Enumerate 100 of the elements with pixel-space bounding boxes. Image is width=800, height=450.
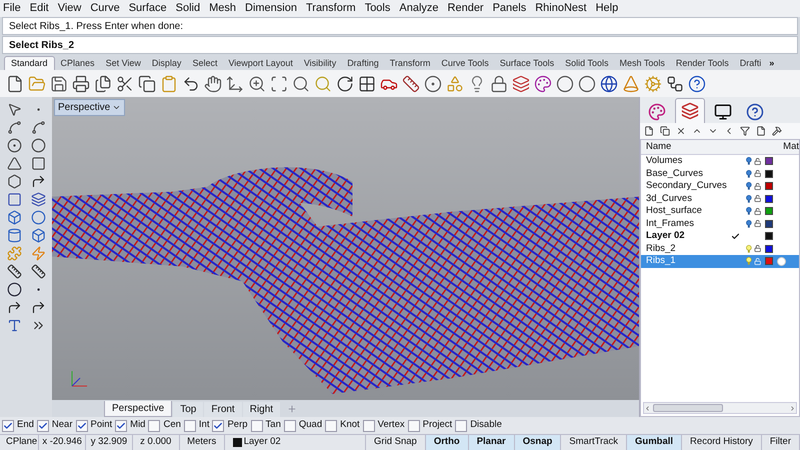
ellipse-icon[interactable]: [30, 138, 46, 153]
layer-color-swatch[interactable]: [765, 194, 773, 203]
new-layer-icon[interactable]: [644, 126, 654, 136]
osnap-checkbox[interactable]: [408, 420, 420, 432]
rotate-axes-icon[interactable]: [226, 74, 244, 92]
menu-item[interactable]: Transform: [306, 0, 356, 17]
layer-row[interactable]: Base_Curves: [641, 168, 799, 180]
scissors-icon[interactable]: [116, 74, 134, 92]
zoom-window-icon[interactable]: [270, 74, 288, 92]
osnap-checkbox[interactable]: [2, 420, 14, 432]
toolbar-tab[interactable]: Mesh Tools: [614, 57, 670, 70]
osnap-checkbox[interactable]: [284, 420, 296, 432]
osnap-checkbox[interactable]: [36, 420, 49, 432]
lock-icon[interactable]: [490, 74, 508, 92]
toolbar-tab[interactable]: Surface Tools: [494, 57, 560, 70]
toolbar-tab[interactable]: Standard: [4, 56, 55, 70]
lock-icon[interactable]: [754, 169, 761, 178]
osnap-checkbox[interactable]: [76, 420, 88, 432]
lock-icon[interactable]: [754, 244, 761, 254]
box-icon[interactable]: [6, 210, 22, 225]
status-toggle[interactable]: Ortho: [426, 435, 469, 450]
zoom-in-icon[interactable]: [248, 74, 266, 92]
menu-item[interactable]: Render: [448, 0, 484, 17]
lock-icon[interactable]: [754, 156, 761, 166]
viewport[interactable]: Perspective: [52, 97, 639, 400]
menu-item[interactable]: Help: [596, 0, 618, 17]
lightbulb-icon[interactable]: [746, 168, 752, 179]
status-toggle[interactable]: Planar: [468, 435, 515, 450]
pages-icon[interactable]: [94, 74, 112, 92]
help-icon[interactable]: [688, 74, 706, 92]
osnap-checkbox[interactable]: [250, 420, 263, 432]
page-icon[interactable]: [756, 126, 766, 136]
toolbar-tab[interactable]: Curve Tools: [436, 57, 494, 70]
layer-color-swatch[interactable]: [765, 157, 773, 166]
osnap-checkbox[interactable]: [362, 420, 375, 432]
horizontal-scrollbar[interactable]: [643, 402, 797, 414]
viewport-tab[interactable]: Perspective: [104, 401, 172, 417]
pointer-icon[interactable]: [6, 102, 22, 117]
lock-icon[interactable]: [754, 219, 761, 228]
layer-color-swatch[interactable]: [765, 207, 773, 216]
point-icon[interactable]: [424, 74, 442, 92]
osnap-checkbox[interactable]: [455, 420, 468, 432]
toolbar-tab[interactable]: Viewport Layout: [223, 57, 298, 70]
lightbulb-icon[interactable]: [746, 194, 752, 204]
lightbulb-icon[interactable]: [746, 156, 752, 166]
status-toggle[interactable]: Record History: [682, 435, 762, 450]
surface-icon[interactable]: [6, 192, 22, 207]
viewport-tab[interactable]: Right: [242, 402, 280, 417]
circle-icon[interactable]: [6, 138, 22, 153]
menu-item[interactable]: Mesh: [209, 0, 236, 17]
column-header[interactable]: Mat: [782, 140, 799, 154]
scroll-right-icon[interactable]: [789, 404, 796, 412]
layer-row[interactable]: Ribs_2: [641, 242, 799, 255]
cylinder-icon[interactable]: [6, 228, 22, 243]
toolbar-tab[interactable]: Transform: [384, 57, 436, 70]
ruler-icon[interactable]: [402, 74, 420, 92]
layer-color-swatch[interactable]: [765, 257, 773, 266]
delete-icon[interactable]: [676, 126, 686, 136]
toolbar-tab[interactable]: Display: [146, 57, 186, 70]
osnap-checkbox[interactable]: [212, 420, 224, 432]
new-file-icon[interactable]: [6, 74, 24, 92]
menu-item[interactable]: Tools: [364, 0, 390, 17]
zoom-extents-icon[interactable]: [292, 74, 310, 92]
lock-icon[interactable]: [754, 194, 761, 204]
osnap-checkbox[interactable]: [148, 420, 160, 432]
copy-icon[interactable]: [138, 74, 156, 92]
lock-icon[interactable]: [754, 182, 761, 191]
hand-icon[interactable]: [204, 74, 222, 92]
scroll-left-icon[interactable]: [644, 404, 651, 412]
sphere-icon[interactable]: [578, 74, 596, 92]
command-prompt[interactable]: Select Ribs_2: [9, 38, 74, 52]
column-header[interactable]: Name: [641, 140, 782, 154]
layers-icon[interactable]: [512, 74, 530, 92]
layer-color-swatch[interactable]: [765, 220, 773, 228]
new-sublayer-icon[interactable]: [660, 126, 670, 136]
toolbar-tab[interactable]: Render Tools: [670, 57, 734, 70]
toolbar-tab[interactable]: CPlanes: [56, 57, 100, 70]
lightbulb-icon[interactable]: [746, 181, 752, 192]
menu-item[interactable]: Dimension: [245, 0, 297, 17]
status-toggle[interactable]: Filter: [762, 435, 800, 450]
menu-item[interactable]: Solid: [176, 0, 200, 17]
viewport-grid-icon[interactable]: [358, 74, 376, 92]
current-layer-label[interactable]: Layer 02: [244, 435, 281, 450]
viewport-title[interactable]: Perspective: [54, 99, 126, 116]
menu-item[interactable]: Edit: [30, 0, 49, 17]
menu-item[interactable]: RhinoNest: [535, 0, 587, 17]
diagram-icon[interactable]: [666, 74, 684, 92]
caret-icon[interactable]: [112, 103, 122, 112]
menu-item[interactable]: View: [58, 0, 82, 17]
more-tabs-button[interactable]: »: [767, 56, 776, 70]
layer-row[interactable]: Int_Frames: [641, 218, 799, 230]
text-icon[interactable]: [6, 318, 22, 333]
viewport-tab[interactable]: Front: [204, 402, 242, 417]
menu-item[interactable]: File: [3, 0, 21, 17]
lightbulb-icon[interactable]: [746, 206, 752, 216]
globe-icon[interactable]: [600, 74, 618, 92]
undo-icon[interactable]: [182, 74, 200, 92]
status-toggle[interactable]: Gumball: [627, 435, 682, 450]
save-icon[interactable]: [50, 74, 68, 92]
layer-row[interactable]: Host_surface: [641, 205, 799, 218]
